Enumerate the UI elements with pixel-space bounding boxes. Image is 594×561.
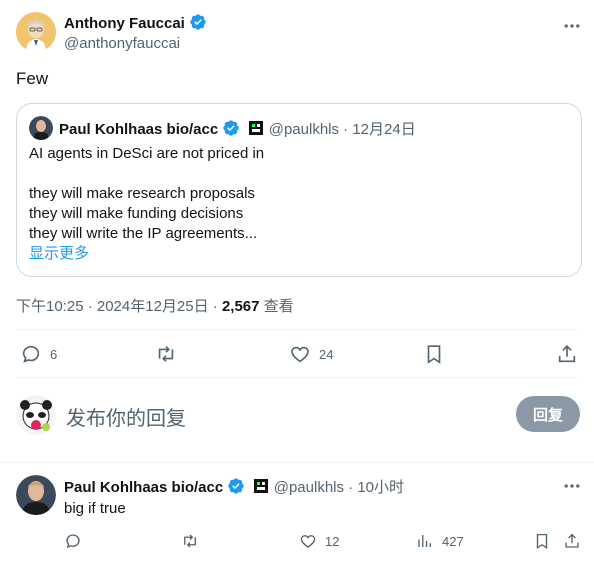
reply-author-avatar[interactable] <box>16 475 56 515</box>
post-text: Few <box>16 69 49 88</box>
quote-line-2: they will make research proposals <box>29 185 255 202</box>
affiliation-badge-icon <box>248 121 263 135</box>
reply-more-options-icon[interactable] <box>562 476 582 496</box>
reply-repost-action[interactable] <box>180 532 208 550</box>
reply-like-action[interactable]: 12 <box>299 532 339 550</box>
bookmark-icon <box>536 533 548 550</box>
author-avatar[interactable] <box>16 12 56 52</box>
reply-header: Paul Kohlhaas bio/acc @paulkhls · 10小时 <box>64 476 404 497</box>
like-action[interactable]: 24 <box>289 343 333 365</box>
author-name-row[interactable]: Anthony Fauccai <box>64 13 207 33</box>
heart-icon <box>300 535 316 548</box>
heart-icon <box>291 346 309 363</box>
reply-bookmark-action[interactable] <box>533 532 551 550</box>
show-more-link[interactable]: 显示更多 <box>29 244 89 264</box>
reply-action[interactable]: 6 <box>20 343 57 365</box>
post-timestamp[interactable]: 下午10:25 · 2024年12月25日 · <box>16 298 222 315</box>
share-icon <box>565 533 579 548</box>
reply-count: 6 <box>50 346 58 362</box>
quoted-post[interactable]: Paul Kohlhaas bio/acc @paulkhls · 12月24日… <box>16 103 582 277</box>
reply-like-count: 12 <box>325 533 340 549</box>
affiliation-badge-icon <box>253 479 268 493</box>
quote-author-avatar <box>29 116 53 140</box>
analytics-icon <box>418 535 431 547</box>
reply-handle-time[interactable]: @paulkhls · 10小时 <box>274 479 404 496</box>
current-user-avatar[interactable] <box>16 395 56 435</box>
views-label: 查看 <box>259 298 294 315</box>
reply-reply-action[interactable] <box>64 532 90 550</box>
views-count: 2,567 <box>221 298 260 315</box>
like-count: 24 <box>319 346 334 362</box>
share-action[interactable] <box>556 343 578 365</box>
reply-view-count: 427 <box>442 533 464 549</box>
author-handle[interactable]: @anthonyfauccai <box>64 35 180 52</box>
post-meta: 下午10:25 · 2024年12月25日 · 2,567 查看 <box>16 295 294 316</box>
reply-text: big if true <box>64 500 126 517</box>
repost-icon <box>184 534 196 548</box>
repost-action[interactable] <box>154 343 178 365</box>
verified-badge-icon <box>190 14 206 30</box>
reply-author-name[interactable]: Paul Kohlhaas bio/acc <box>64 479 223 496</box>
reply-icon <box>66 534 80 549</box>
quote-author-name: Paul Kohlhaas bio/acc <box>59 121 219 138</box>
quote-line-4: they will write the IP agreements... <box>29 225 258 242</box>
reply-share-action[interactable] <box>563 532 581 550</box>
share-icon <box>558 345 576 363</box>
reply-button[interactable]: 回复 <box>516 396 580 432</box>
author-name[interactable]: Anthony Fauccai <box>64 15 185 32</box>
reply-views-action[interactable]: 427 <box>416 532 464 550</box>
quote-handle-date: @paulkhls · 12月24日 <box>268 121 416 138</box>
more-options-icon[interactable] <box>562 16 582 36</box>
reply-icon <box>22 345 40 363</box>
quote-header: Paul Kohlhaas bio/acc @paulkhls · 12月24日 <box>59 118 416 139</box>
reply-input[interactable]: 发布你的回复 <box>66 402 186 431</box>
quote-line-1: AI agents in DeSci are not priced in <box>29 145 265 162</box>
repost-icon <box>158 346 174 362</box>
bookmark-icon <box>427 345 441 364</box>
bookmark-action[interactable] <box>423 343 445 365</box>
verified-badge-icon <box>228 478 245 494</box>
verified-badge-icon <box>223 120 240 136</box>
quote-line-3: they will make funding decisions <box>29 205 244 222</box>
